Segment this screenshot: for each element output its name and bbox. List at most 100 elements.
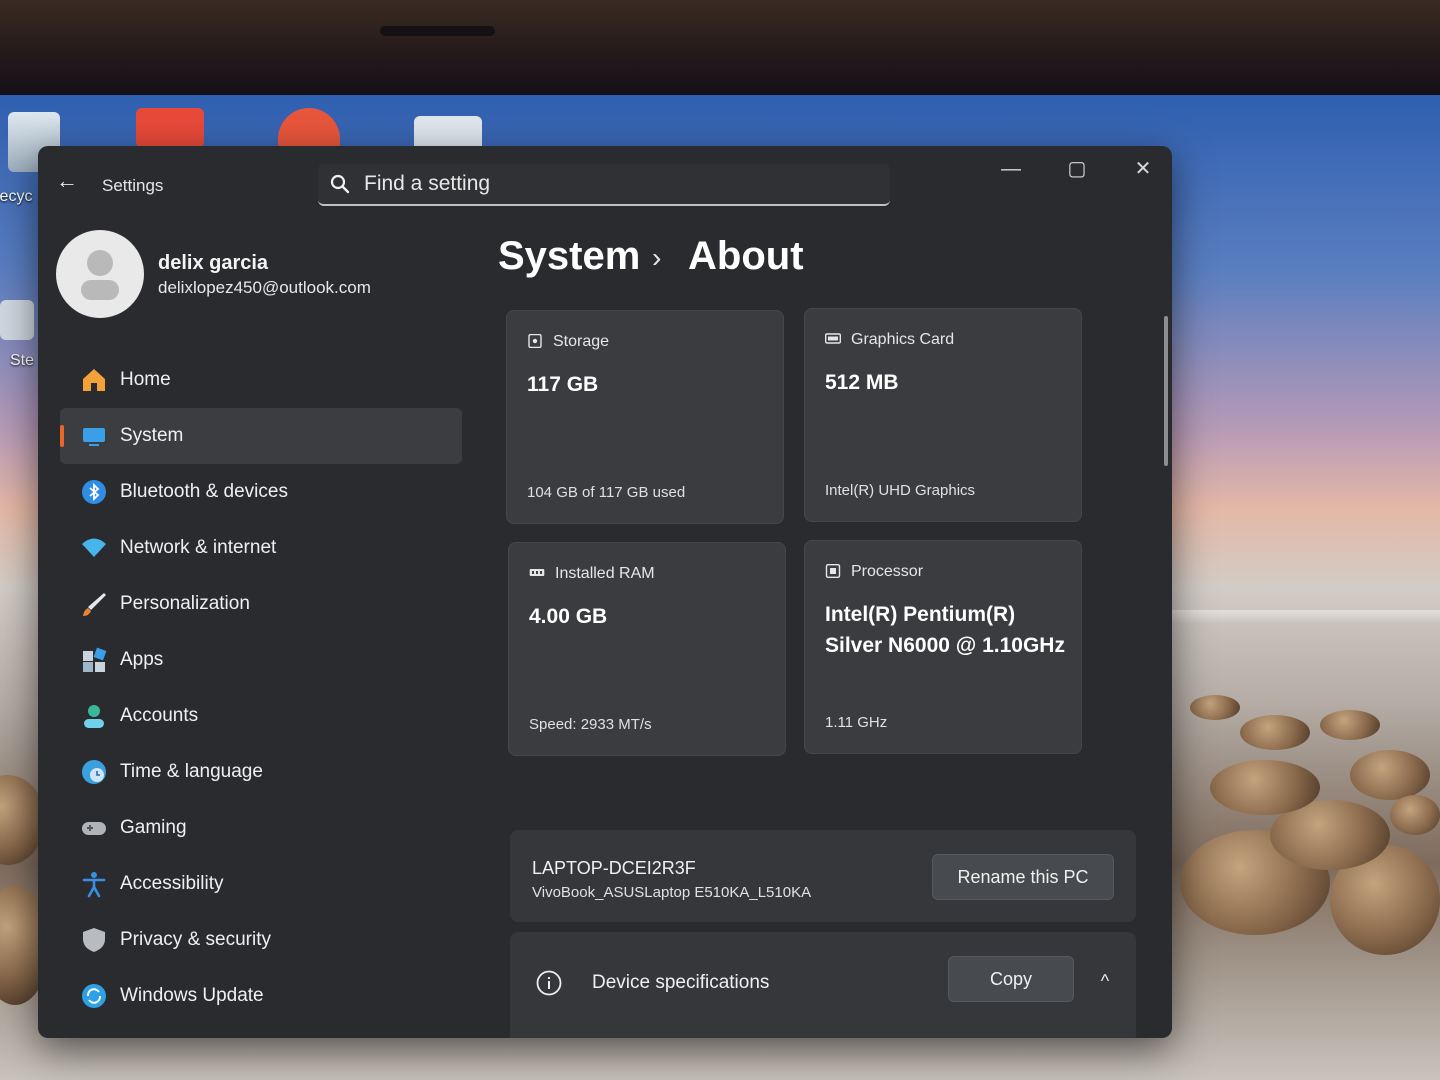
wifi-icon (82, 538, 106, 557)
breadcrumb-separator: › (652, 242, 662, 273)
device-name: LAPTOP-DCEI2R3F (532, 858, 696, 878)
storage-usage: 104 GB of 117 GB used (527, 484, 686, 501)
close-button[interactable]: ✕ (1120, 152, 1166, 186)
wallpaper-horizon (1170, 610, 1440, 624)
ram-speed: Speed: 2933 MT/s (529, 716, 652, 733)
avatar[interactable] (56, 230, 144, 318)
shield-icon (83, 928, 105, 952)
wallpaper-rock (1390, 795, 1440, 835)
card-title: Processor (851, 563, 924, 580)
sidebar-item-time-language[interactable]: Time & language (60, 744, 462, 800)
storage-value: 117 GB (527, 373, 599, 396)
device-specifications-title: Device specifications (592, 972, 770, 993)
processor-card[interactable]: Processor Intel(R) Pentium(R) Silver N60… (804, 540, 1082, 754)
card-title: Installed RAM (555, 565, 655, 582)
sidebar-item-apps[interactable]: Apps (60, 632, 462, 688)
sidebar-item-personalization[interactable]: Personalization (60, 576, 462, 632)
sidebar-item-system[interactable]: System (60, 408, 462, 464)
music-app-shortcut-icon[interactable] (136, 108, 204, 148)
sidebar-item-label: Gaming (120, 817, 187, 838)
card-header: Graphics Card (825, 331, 954, 349)
copy-button[interactable]: Copy (948, 956, 1074, 1002)
update-icon (82, 984, 106, 1008)
card-header: Storage (527, 333, 609, 351)
controller-icon (82, 822, 106, 835)
sidebar-item-label: Accounts (120, 705, 199, 726)
back-button[interactable]: ← (54, 168, 80, 194)
app-title: Settings (102, 176, 164, 195)
webcam (380, 26, 495, 36)
wallpaper-rock (1350, 750, 1430, 800)
sidebar-item-network[interactable]: Network & internet (60, 520, 462, 576)
maximize-button[interactable]: ▢ (1054, 152, 1100, 186)
chevron-up-icon[interactable]: ^ (1090, 966, 1120, 996)
card-header: Processor (825, 563, 923, 581)
sidebar-item-windows-update[interactable]: Windows Update (60, 968, 462, 1024)
accessibility-icon (82, 872, 106, 898)
breadcrumb-parent[interactable]: System (498, 234, 640, 279)
sidebar-item-label: Personalization (120, 593, 250, 614)
ram-value: 4.00 GB (529, 605, 608, 628)
wallpaper-rock (1240, 715, 1310, 750)
sidebar-item-label: Home (120, 369, 171, 390)
wallpaper-rock (1210, 760, 1320, 815)
sidebar-item-label: Windows Update (120, 985, 264, 1006)
graphics-memory-value: 512 MB (825, 371, 899, 394)
search-box[interactable] (318, 164, 890, 206)
wallpaper-rock (1320, 710, 1380, 740)
globe-clock-icon (82, 760, 106, 784)
page-title: About (688, 234, 804, 278)
recycle-bin-label: Recyc (0, 188, 33, 205)
sidebar-item-accounts[interactable]: Accounts (60, 688, 462, 744)
accounts-icon (84, 705, 104, 728)
sidebar-item-label: Network & internet (120, 537, 277, 558)
graphics-card-icon (825, 333, 841, 344)
sidebar-item-label: Apps (120, 649, 164, 670)
device-model: VivoBook_ASUSLaptop E510KA_L510KA (532, 884, 812, 901)
processor-value: Intel(R) Pentium(R) Silver N6000 @ 1.10G… (825, 603, 1065, 657)
apps-icon (83, 647, 107, 672)
processor-icon (825, 564, 841, 578)
brush-icon (83, 593, 106, 616)
card-title: Graphics Card (851, 331, 955, 348)
search-input[interactable] (362, 164, 866, 204)
sidebar-item-label: Time & language (120, 761, 263, 782)
storage-icon (528, 334, 542, 348)
sidebar-item-accessibility[interactable]: Accessibility (60, 856, 462, 912)
info-icon (536, 970, 562, 996)
sidebar-item-label: Accessibility (120, 873, 224, 894)
device-name-section: LAPTOP-DCEI2R3F VivoBook_ASUSLaptop E510… (510, 830, 1136, 922)
sidebar-nav: Home System Bluetooth & devices Network … (60, 352, 462, 1024)
ram-card[interactable]: Installed RAM 4.00 GB Speed: 2933 MT/s (508, 542, 786, 756)
sidebar-item-home[interactable]: Home (60, 352, 462, 408)
graphics-adapter-name: Intel(R) UHD Graphics (825, 482, 976, 499)
steam-shortcut-icon[interactable] (0, 300, 34, 340)
system-icon (83, 428, 105, 446)
processor-speed: 1.11 GHz (825, 714, 888, 731)
laptop-bezel (0, 0, 1440, 100)
storage-card[interactable]: Storage 117 GB 104 GB of 117 GB used (506, 310, 784, 524)
user-silhouette-icon (81, 250, 119, 300)
search-icon (330, 174, 350, 194)
wallpaper-rock (1190, 695, 1240, 720)
bluetooth-icon (82, 480, 106, 504)
sidebar-item-label: System (120, 425, 184, 446)
minimize-button[interactable]: — (988, 152, 1034, 186)
sidebar-item-privacy-security[interactable]: Privacy & security (60, 912, 462, 968)
sidebar-item-bluetooth[interactable]: Bluetooth & devices (60, 464, 462, 520)
scrollbar-thumb[interactable] (1164, 316, 1168, 466)
home-icon (83, 369, 105, 391)
user-email: delixlopez450@outlook.com (158, 278, 371, 297)
sidebar-item-gaming[interactable]: Gaming (60, 800, 462, 856)
sidebar-item-label: Privacy & security (120, 929, 271, 950)
card-header: Installed RAM (529, 565, 655, 583)
graphics-card-card[interactable]: Graphics Card 512 MB Intel(R) UHD Graphi… (804, 308, 1082, 522)
title-bar: ← Settings — ▢ ✕ (38, 146, 1172, 206)
sidebar-item-label: Bluetooth & devices (120, 481, 288, 502)
device-specifications-section[interactable]: Device specifications Copy ^ (510, 932, 1136, 1038)
steam-shortcut-label: Ste (10, 352, 35, 369)
settings-window: ← Settings — ▢ ✕ delix garcia delixlopez… (38, 146, 1172, 1038)
rename-pc-button[interactable]: Rename this PC (932, 854, 1114, 900)
user-name: delix garcia (158, 252, 269, 274)
card-title: Storage (553, 333, 610, 350)
